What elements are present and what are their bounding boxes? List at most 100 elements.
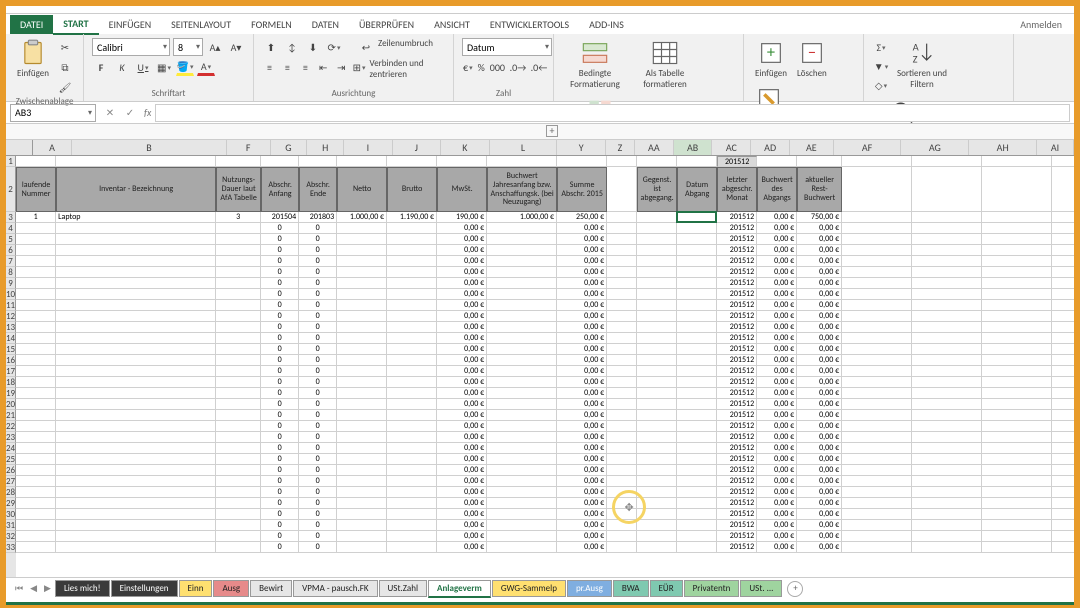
- rowhead-15[interactable]: 15: [6, 344, 16, 355]
- rowhead-11[interactable]: 11: [6, 300, 16, 311]
- sheet-tab-bwa[interactable]: BWA: [613, 580, 649, 597]
- tab-nav-prev[interactable]: ◀: [27, 583, 40, 594]
- rowhead-22[interactable]: 22: [6, 421, 16, 432]
- insert-cells-button[interactable]: + Einfügen: [752, 38, 790, 80]
- colhead-H[interactable]: H: [307, 140, 344, 155]
- align-top-button[interactable]: ⬆: [262, 38, 280, 56]
- rowhead-5[interactable]: 5: [6, 234, 16, 245]
- colhead-J[interactable]: J: [393, 140, 441, 155]
- tab-entwickler[interactable]: ENTWICKLERTOOLS: [480, 15, 579, 34]
- rowhead-25[interactable]: 25: [6, 454, 16, 465]
- rowhead-26[interactable]: 26: [6, 465, 16, 476]
- rowhead-19[interactable]: 19: [6, 388, 16, 399]
- rowhead-3[interactable]: 3: [6, 212, 16, 223]
- bold-button[interactable]: F: [92, 58, 110, 76]
- colhead-AD[interactable]: AD: [751, 140, 790, 155]
- sheet-tab-privatentn[interactable]: Privatentn: [684, 580, 740, 597]
- colhead-AB[interactable]: AB: [674, 140, 713, 155]
- align-center-button[interactable]: ≡: [280, 58, 295, 76]
- font-name-combo[interactable]: Calibri: [92, 38, 170, 56]
- rowhead-2[interactable]: 2: [6, 167, 16, 212]
- rowhead-18[interactable]: 18: [6, 377, 16, 388]
- signin-link[interactable]: Anmelden: [1020, 18, 1070, 31]
- rowhead-9[interactable]: 9: [6, 278, 16, 289]
- sheet-tab-lies-mich-[interactable]: Lies mich!: [55, 580, 110, 597]
- colhead-AI[interactable]: AI: [1037, 140, 1074, 155]
- colhead-B[interactable]: B: [72, 140, 227, 155]
- decimal-decrease-button[interactable]: .0←: [530, 58, 548, 76]
- autosum-button[interactable]: Σ: [872, 38, 890, 56]
- sheet-tab-bewirt[interactable]: Bewirt: [250, 580, 292, 597]
- cut-button[interactable]: ✂: [56, 38, 74, 56]
- conditional-format-button[interactable]: Bedingte Formatierung: [562, 38, 628, 91]
- tab-ansicht[interactable]: ANSICHT: [424, 15, 480, 34]
- align-left-button[interactable]: ≡: [262, 58, 277, 76]
- sheet-tab-ust-[interactable]: USt. ...: [740, 580, 782, 597]
- indent-decrease-button[interactable]: ⇤: [316, 58, 331, 76]
- rowhead-24[interactable]: 24: [6, 443, 16, 454]
- font-color-button[interactable]: A: [197, 58, 215, 76]
- sheet-tab-gwg-sammelp[interactable]: GWG-Sammelp: [492, 580, 566, 597]
- name-box[interactable]: AB3: [10, 104, 96, 122]
- align-right-button[interactable]: ≡: [298, 58, 313, 76]
- colhead-AE[interactable]: AE: [790, 140, 834, 155]
- sheet-tab-einn[interactable]: Einn: [179, 580, 213, 597]
- fill-button[interactable]: ▼: [872, 57, 890, 75]
- colhead-AH[interactable]: AH: [969, 140, 1037, 155]
- fx-icon[interactable]: fx: [144, 106, 151, 119]
- tab-start[interactable]: START: [53, 14, 98, 35]
- fill-color-button[interactable]: 🪣: [176, 58, 194, 76]
- sheet-tab-vpma-pausch-fk[interactable]: VPMA - pausch.FK: [293, 580, 377, 597]
- colhead-AG[interactable]: AG: [901, 140, 969, 155]
- tab-daten[interactable]: DATEN: [302, 15, 349, 34]
- thousands-button[interactable]: 000: [489, 58, 506, 76]
- rowhead-30[interactable]: 30: [6, 509, 16, 520]
- tab-ueberpruefen[interactable]: ÜBERPRÜFEN: [349, 15, 424, 34]
- currency-button[interactable]: €: [462, 58, 474, 76]
- group-expand-button[interactable]: +: [546, 125, 558, 137]
- tab-seitenlayout[interactable]: SEITENLAYOUT: [161, 15, 241, 34]
- sheet-tab-ausg[interactable]: Ausg: [213, 580, 249, 597]
- rowhead-23[interactable]: 23: [6, 432, 16, 443]
- colhead-G[interactable]: G: [271, 140, 308, 155]
- rowhead-31[interactable]: 31: [6, 520, 16, 531]
- rowhead-14[interactable]: 14: [6, 333, 16, 344]
- orientation-button[interactable]: ⟳: [325, 38, 343, 56]
- enter-formula-icon[interactable]: ✓: [122, 106, 138, 119]
- rowhead-32[interactable]: 32: [6, 531, 16, 542]
- rowhead-13[interactable]: 13: [6, 322, 16, 333]
- colhead-L[interactable]: L: [490, 140, 558, 155]
- border-button[interactable]: ▦: [155, 58, 173, 76]
- colhead-I[interactable]: I: [344, 140, 392, 155]
- colhead-F[interactable]: F: [227, 140, 271, 155]
- rowhead-6[interactable]: 6: [6, 245, 16, 256]
- colhead-A[interactable]: A: [33, 140, 72, 155]
- rowhead-1[interactable]: 1: [6, 156, 16, 167]
- rowhead-12[interactable]: 12: [6, 311, 16, 322]
- colhead-AA[interactable]: AA: [635, 140, 674, 155]
- rowhead-33[interactable]: 33: [6, 542, 16, 553]
- align-middle-button[interactable]: ↕: [283, 38, 301, 56]
- paste-button[interactable]: Einfügen: [14, 38, 52, 80]
- rowhead-7[interactable]: 7: [6, 256, 16, 267]
- tab-einfuegen[interactable]: EINFÜGEN: [99, 15, 162, 34]
- rowhead-29[interactable]: 29: [6, 498, 16, 509]
- grid-cells[interactable]: 201512laufende NummerInventar - Bezeichn…: [16, 156, 1074, 598]
- formula-input[interactable]: [155, 104, 1070, 122]
- increase-font-button[interactable]: A▴: [206, 38, 224, 56]
- colhead-K[interactable]: K: [441, 140, 489, 155]
- sheet-tab-ust-zahl[interactable]: USt.Zahl: [379, 580, 427, 597]
- merge-button[interactable]: ⊞: [352, 58, 367, 76]
- decrease-font-button[interactable]: A▾: [227, 38, 245, 56]
- number-format-combo[interactable]: Datum: [462, 38, 552, 56]
- copy-button[interactable]: ⧉: [56, 58, 74, 76]
- rowhead-17[interactable]: 17: [6, 366, 16, 377]
- tab-nav-first[interactable]: ⏮: [12, 583, 26, 594]
- font-size-combo[interactable]: 8: [173, 38, 203, 56]
- colhead-AC[interactable]: AC: [712, 140, 751, 155]
- tab-file[interactable]: DATEI: [10, 15, 53, 34]
- tab-nav-next[interactable]: ▶: [41, 583, 54, 594]
- tab-addins[interactable]: ADD-INS: [579, 15, 634, 34]
- row-headers[interactable]: 1234567891011121314151617181920212223242…: [6, 156, 16, 598]
- rowhead-20[interactable]: 20: [6, 399, 16, 410]
